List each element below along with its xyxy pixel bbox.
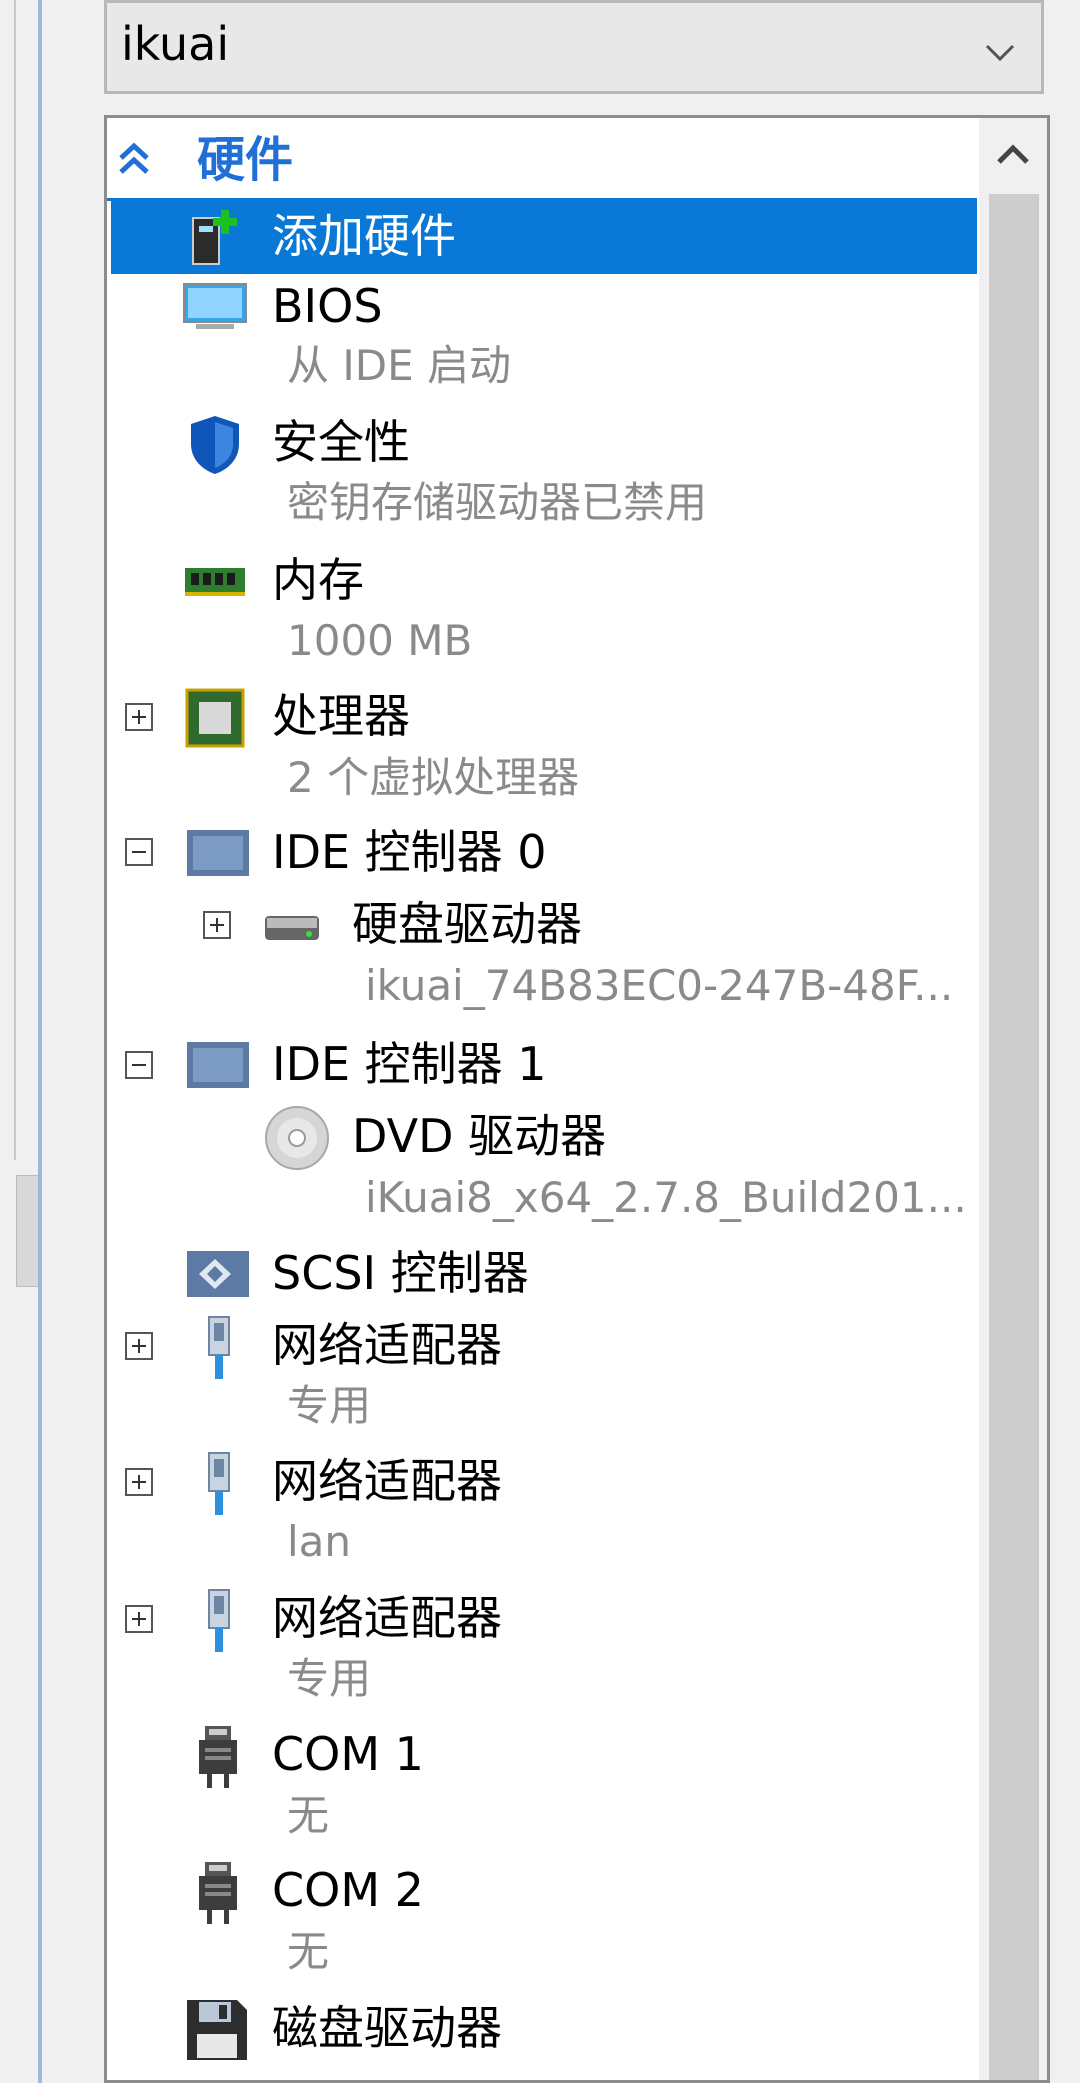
tree-item-hard-disk[interactable]: 硬盘驱动器 xyxy=(107,894,977,954)
tree-item-scsi-controller[interactable]: SCSI 控制器 xyxy=(107,1243,977,1303)
tree-item-detail: 从 IDE 启动 xyxy=(287,341,511,390)
pane-border xyxy=(38,0,42,2083)
tree-item-detail: 专用 xyxy=(287,1381,372,1430)
chevron-down-icon[interactable] xyxy=(983,35,1017,69)
add-hardware-icon xyxy=(192,210,237,265)
tree-item-detail: 无 xyxy=(287,1791,330,1840)
pane-divider xyxy=(14,0,16,1160)
controller-icon xyxy=(187,830,249,876)
tree-item-label: 网络适配器 xyxy=(272,1454,502,1508)
tree-item-label: 网络适配器 xyxy=(272,1318,502,1372)
tree-item-dvd-drive[interactable]: DVD 驱动器 xyxy=(107,1106,977,1170)
tree-item-label: 硬盘驱动器 xyxy=(352,897,582,951)
left-pane-edge xyxy=(0,0,42,2083)
tree-item-label: 磁盘驱动器 xyxy=(272,2001,502,2055)
tree-item-ide-controller-0[interactable]: IDE 控制器 0 xyxy=(107,822,977,882)
tree-item-label: IDE 控制器 0 xyxy=(272,825,547,879)
vm-selector-value: ikuai xyxy=(121,17,230,71)
tree-item-detail: 无 xyxy=(287,1927,330,1976)
tree-item-label: COM 1 xyxy=(272,1727,424,1781)
shield-icon xyxy=(191,416,239,474)
vm-selector[interactable]: ikuai xyxy=(104,0,1044,94)
tree-item-network-adapter-3[interactable]: 网络适配器 xyxy=(107,1588,977,1652)
scrollbar-thumb[interactable] xyxy=(989,194,1039,2080)
tree-item-label: SCSI 控制器 xyxy=(272,1246,529,1300)
tree-item-label: 内存 xyxy=(272,553,364,607)
section-title: 硬件 xyxy=(197,132,294,188)
tree-item-label: DVD 驱动器 xyxy=(352,1109,607,1163)
tree-item-detail: iKuai8_x64_2.7.8_Build201... xyxy=(365,1173,967,1222)
tree-item-label: 网络适配器 xyxy=(272,1591,502,1645)
processor-icon xyxy=(185,688,245,748)
collapse-section-icon[interactable] xyxy=(117,140,151,176)
tree-item-detail: lan xyxy=(287,1517,352,1566)
hard-disk-icon xyxy=(265,916,319,940)
tree-item-detail: ikuai_74B83EC0-247B-48F... xyxy=(365,961,954,1010)
tree-item-label: BIOS xyxy=(272,279,383,333)
tree-item-label: 添加硬件 xyxy=(272,209,456,263)
tree-item-label: IDE 控制器 1 xyxy=(272,1037,547,1091)
tree-item-detail: 1000 MB xyxy=(287,616,473,665)
tree-item-ide-controller-1[interactable]: IDE 控制器 1 xyxy=(107,1034,977,1094)
network-cable-icon xyxy=(208,1316,230,1379)
tree-item-label: 安全性 xyxy=(272,415,410,469)
tree-item-detail: 密钥存储驱动器已禁用 xyxy=(287,478,708,527)
scsi-controller-icon xyxy=(187,1251,249,1297)
floppy-disk-icon xyxy=(187,2000,247,2060)
tree-item-network-adapter-2[interactable]: 网络适配器 xyxy=(107,1451,977,1515)
pane-splitter[interactable] xyxy=(16,1175,40,1287)
serial-port-icon xyxy=(199,1862,237,1924)
network-cable-icon xyxy=(208,1452,230,1515)
tree-item-detail: 2 个虚拟处理器 xyxy=(287,753,580,802)
tree-item-memory[interactable]: 内存 xyxy=(107,550,977,610)
tree-item-detail: 专用 xyxy=(287,1654,372,1703)
section-header-hardware[interactable]: 硬件 xyxy=(107,126,977,201)
hardware-tree-panel: 硬件 添加硬件 BIOS 从 IDE 启动 安全性 密钥存储驱动器已禁用 内存 … xyxy=(104,115,1050,2083)
memory-icon xyxy=(185,568,245,596)
monitor-icon xyxy=(183,283,247,329)
tree-item-label: COM 2 xyxy=(272,1863,424,1917)
tree-item-label: 处理器 xyxy=(272,689,410,743)
tree-item-com2[interactable]: COM 2 xyxy=(107,1860,977,1924)
tree-item-add-hardware[interactable]: 添加硬件 xyxy=(107,206,977,266)
tree-item-diskette-drive[interactable]: 磁盘驱动器 xyxy=(107,1998,977,2060)
tree-item-com1[interactable]: COM 1 xyxy=(107,1724,977,1788)
serial-port-icon xyxy=(199,1726,237,1788)
dvd-disc-icon xyxy=(265,1106,329,1170)
tree-item-security[interactable]: 安全性 xyxy=(107,412,977,474)
network-cable-icon xyxy=(208,1589,230,1652)
tree-item-bios[interactable]: BIOS xyxy=(107,276,977,336)
vertical-scrollbar[interactable] xyxy=(979,118,1047,2080)
tree-item-processor[interactable]: 处理器 xyxy=(107,686,977,748)
scroll-up-arrow-icon[interactable] xyxy=(979,118,1047,192)
tree-item-network-adapter-1[interactable]: 网络适配器 xyxy=(107,1315,977,1379)
controller-icon xyxy=(187,1042,249,1088)
